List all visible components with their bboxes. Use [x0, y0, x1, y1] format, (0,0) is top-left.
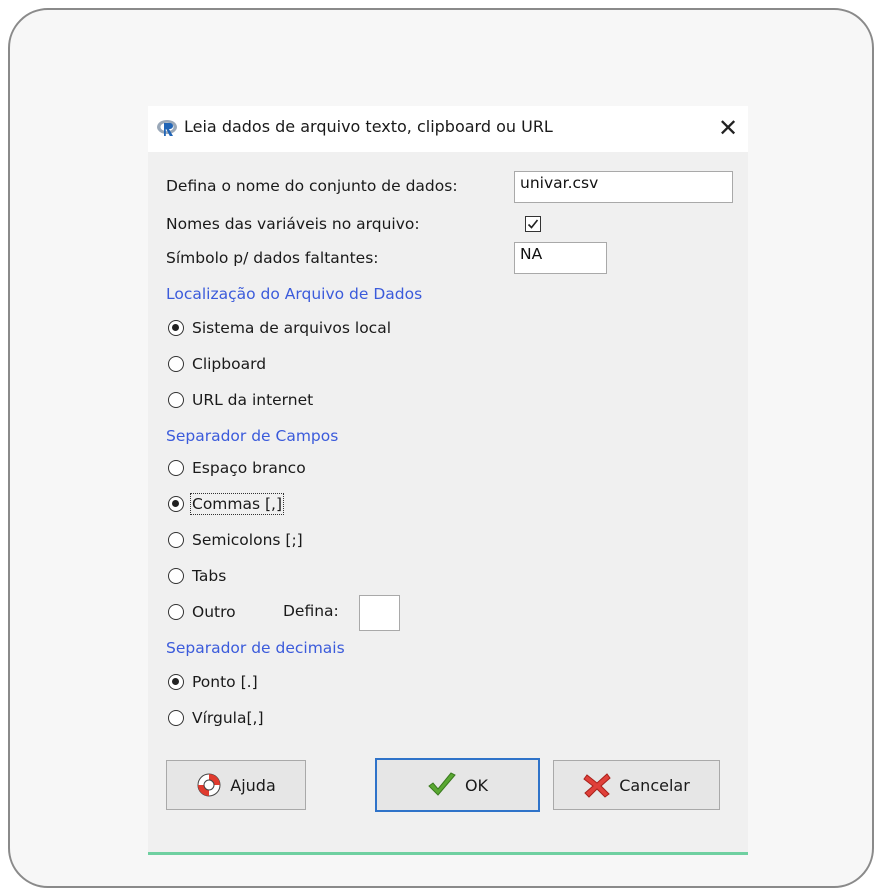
radio-button[interactable]: [168, 496, 184, 512]
radio-sep-semicolons[interactable]: Semicolons [;]: [168, 529, 303, 551]
window-title: Leia dados de arquivo texto, clipboard o…: [184, 117, 553, 136]
radio-label: Tabs: [192, 567, 227, 585]
radio-location-clipboard[interactable]: Clipboard: [168, 353, 266, 375]
accent-line: [148, 852, 748, 855]
radio-button[interactable]: [168, 710, 184, 726]
radio-label: Commas [,]: [189, 493, 285, 515]
radio-sep-other[interactable]: Outro: [168, 601, 236, 623]
radio-sep-whitespace[interactable]: Espaço branco: [168, 457, 306, 479]
title-bar: Leia dados de arquivo texto, clipboard o…: [148, 106, 748, 152]
decimal-separator-heading: Separador de decimais: [166, 639, 345, 657]
radio-label: Clipboard: [192, 355, 267, 373]
red-x-icon: [583, 772, 611, 798]
radio-sep-commas[interactable]: Commas [,]: [168, 493, 285, 515]
help-button[interactable]: Ajuda: [166, 760, 306, 810]
radio-label: Espaço branco: [192, 459, 306, 477]
radio-button[interactable]: [168, 674, 184, 690]
lifebuoy-icon: [196, 772, 222, 798]
checkmark-icon: [527, 219, 539, 229]
radio-label: Vírgula[,]: [192, 709, 264, 727]
radio-label: URL da internet: [192, 391, 314, 409]
dataset-name-input[interactable]: univar.csv: [514, 171, 733, 203]
dataset-name-label: Defina o nome do conjunto de dados:: [166, 177, 458, 195]
missing-symbol-label: Símbolo p/ dados faltantes:: [166, 249, 379, 267]
radio-button[interactable]: [168, 604, 184, 620]
r-logo-icon: [157, 120, 177, 136]
cancel-button[interactable]: Cancelar: [553, 760, 720, 810]
missing-symbol-input[interactable]: NA: [514, 242, 607, 274]
radio-decimal-point[interactable]: Ponto [.]: [168, 671, 258, 693]
radio-sep-tabs[interactable]: Tabs: [168, 565, 226, 587]
variable-names-label: Nomes das variáveis no arquivo:: [166, 215, 420, 233]
radio-button[interactable]: [168, 392, 184, 408]
radio-button[interactable]: [168, 460, 184, 476]
location-heading: Localização do Arquivo de Dados: [166, 285, 423, 303]
radio-location-url[interactable]: URL da internet: [168, 389, 313, 411]
variable-names-checkbox[interactable]: [525, 216, 541, 232]
radio-label: Sistema de arquivos local: [192, 319, 392, 337]
radio-button[interactable]: [168, 532, 184, 548]
radio-location-local[interactable]: Sistema de arquivos local: [168, 317, 391, 339]
help-button-label: Ajuda: [230, 775, 276, 795]
radio-label: Outro: [192, 603, 236, 621]
cancel-button-label: Cancelar: [619, 775, 690, 795]
read-data-dialog: Leia dados de arquivo texto, clipboard o…: [148, 106, 748, 852]
ok-button-label: OK: [464, 775, 489, 795]
radio-label: Semicolons [;]: [192, 531, 303, 549]
radio-button[interactable]: [168, 320, 184, 336]
checkmark-icon: [427, 772, 457, 798]
radio-button[interactable]: [168, 356, 184, 372]
close-icon[interactable]: ✕: [715, 113, 741, 143]
other-separator-input[interactable]: [359, 595, 400, 631]
radio-button[interactable]: [168, 568, 184, 584]
radio-decimal-comma[interactable]: Vírgula[,]: [168, 707, 264, 729]
radio-label: Ponto [.]: [192, 673, 258, 691]
other-separator-label: Defina:: [283, 602, 339, 620]
ok-button[interactable]: OK: [375, 758, 540, 812]
field-separator-heading: Separador de Campos: [166, 427, 339, 445]
